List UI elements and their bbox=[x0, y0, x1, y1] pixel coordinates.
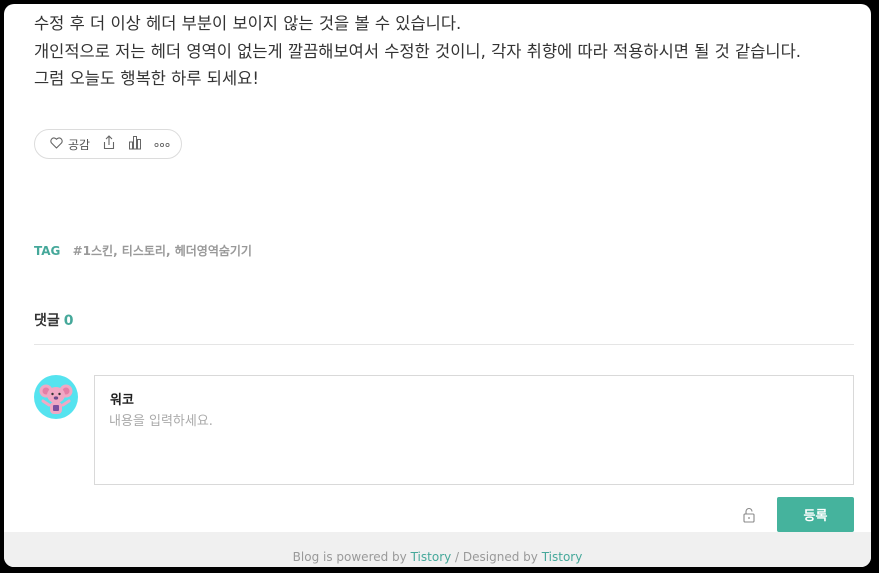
tag-label: TAG bbox=[34, 244, 61, 258]
share-icon bbox=[102, 135, 116, 153]
post-body: 수정 후 더 이상 헤더 부분이 보이지 않는 것을 볼 수 있습니다. 개인적… bbox=[34, 10, 801, 93]
like-button[interactable]: 공감 bbox=[50, 136, 90, 153]
koala-avatar bbox=[34, 375, 78, 419]
comment-count: 0 bbox=[63, 313, 74, 329]
writer-name: 워코 bbox=[110, 393, 134, 408]
footer-prefix: Blog is powered by bbox=[292, 550, 411, 564]
heart-icon bbox=[50, 136, 63, 152]
submit-button[interactable]: 등록 bbox=[777, 497, 854, 532]
post-line-3: 그럼 오늘도 행복한 하루 되세요! bbox=[34, 69, 259, 88]
footer-link-tistory[interactable]: Tistory bbox=[411, 550, 452, 564]
more-icon bbox=[154, 137, 170, 151]
comment-heading-label: 댓글 bbox=[34, 313, 60, 329]
tag-list[interactable]: #1스킨, 티스토리, 헤더영역숨기기 bbox=[73, 244, 252, 258]
more-button[interactable] bbox=[154, 137, 170, 151]
footer-separator: / Designed by bbox=[451, 550, 542, 564]
stats-button[interactable] bbox=[128, 135, 142, 153]
comment-input[interactable] bbox=[109, 410, 829, 470]
comment-form: 워코 bbox=[94, 375, 854, 485]
stats-icon bbox=[128, 135, 142, 153]
like-label: 공감 bbox=[68, 137, 91, 152]
share-button[interactable] bbox=[102, 135, 116, 153]
secret-toggle[interactable] bbox=[740, 506, 758, 524]
footer: Blog is powered by Tistory / Designed by… bbox=[4, 532, 871, 567]
divider bbox=[34, 344, 854, 345]
reaction-bar: 공감 bbox=[34, 129, 182, 159]
post-line-1: 수정 후 더 이상 헤더 부분이 보이지 않는 것을 볼 수 있습니다. bbox=[34, 14, 462, 33]
comment-heading: 댓글 0 bbox=[34, 310, 74, 330]
page-frame: 수정 후 더 이상 헤더 부분이 보이지 않는 것을 볼 수 있습니다. 개인적… bbox=[4, 4, 871, 567]
footer-link-designer[interactable]: Tistory bbox=[542, 550, 583, 564]
lock-icon bbox=[740, 508, 758, 528]
post-line-2: 개인적으로 저는 헤더 영역이 없는게 깔끔해보여서 수정한 것이니, 각자 취… bbox=[34, 41, 802, 61]
tag-row: TAG #1스킨, 티스토리, 헤더영역숨기기 bbox=[34, 242, 252, 259]
